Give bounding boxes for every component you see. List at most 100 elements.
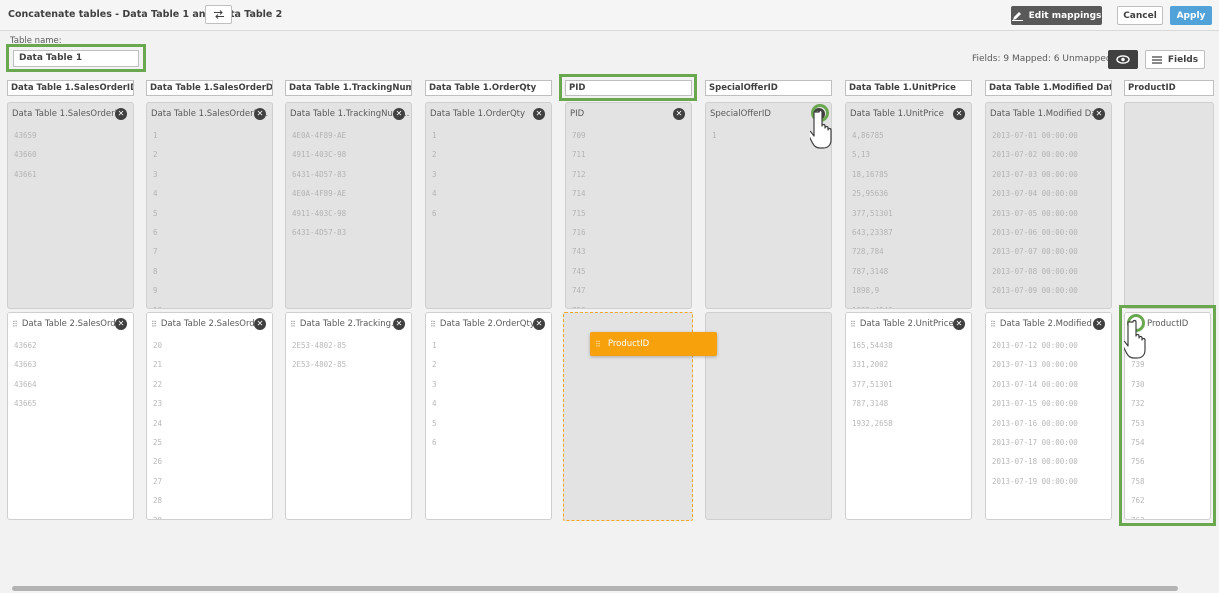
remove-field-icon[interactable]: ✕ <box>393 108 405 120</box>
field-value: 3 <box>153 169 158 179</box>
remove-field-icon[interactable]: ✕ <box>533 108 545 120</box>
field-values: 43659 43660 43661 <box>8 125 133 184</box>
field-value: 730 <box>1131 379 1145 389</box>
remove-field-icon[interactable]: ✕ <box>533 318 545 330</box>
remove-field-icon[interactable]: ✕ <box>254 318 266 330</box>
field-value: 10 <box>147 301 272 308</box>
column-header-input[interactable]: ProductID <box>1124 80 1214 96</box>
drag-handle-icon[interactable]: ⠿ <box>990 320 996 329</box>
field-value: 4,86785 <box>852 131 884 140</box>
field-card-table1[interactable]: Data Table 1.OrderQty ✕ 1 2 3 4 6 <box>425 102 552 309</box>
field-value: 26 <box>153 457 163 467</box>
drag-handle-icon[interactable]: ⠿ <box>151 320 157 329</box>
field-values: 739 730 732 753 754 756 758 762 763 <box>1125 335 1210 519</box>
drag-handle-icon[interactable]: ⠿ <box>850 320 856 329</box>
field-card-table2[interactable]: ⠿ Data Table 2.SalesOrd... ✕ 20 21 22 23 2… <box>146 312 273 520</box>
field-value: 712 <box>572 169 586 179</box>
field-card-table2[interactable]: ⠿ Data Table 2.Tracking... ✕ 2E53-4802-85 … <box>285 312 412 520</box>
remove-field-icon[interactable]: ✕ <box>1093 108 1105 120</box>
drag-handle-icon[interactable]: ⠿ <box>12 320 18 329</box>
drag-handle-icon[interactable]: ⠿ <box>430 320 436 329</box>
field-value: 7 <box>153 247 158 257</box>
preview-toggle-button[interactable] <box>1108 50 1138 69</box>
field-card-table2[interactable]: ⠿ Data Table 2.SalesOrd... ✕ 43662 43663 4… <box>7 312 134 520</box>
field-value: 787,3148 <box>852 266 889 276</box>
field-value: 43665 <box>14 399 37 409</box>
field-values: 4E0A-4F89-AE 4911-403C-98 6431-4D57-83 4… <box>286 125 411 242</box>
field-card-table2[interactable]: ⠿ Data Table 2.Modified ... ✕ 2013-07-12 0… <box>985 312 1112 520</box>
remove-field-icon[interactable]: ✕ <box>115 318 127 330</box>
field-name: ⠿ Data Table 2.SalesOrd... ✕ <box>8 313 133 335</box>
field-value: 2013-07-13 00:00:00 <box>992 360 1078 370</box>
field-name: Data Table 1.UnitPrice ✕ <box>846 103 971 125</box>
dialog-title: Concatenate tables - Data Table 1 and Da… <box>8 9 283 20</box>
column-header-input[interactable]: Data Table 1.UnitPrice <box>845 80 972 96</box>
field-value: 5,13 <box>852 150 871 160</box>
field-value: 2013-07-19 00:00:00 <box>992 476 1078 486</box>
field-value: 6 <box>432 208 437 218</box>
column-header-input[interactable]: PID <box>565 80 692 96</box>
column-header-input[interactable]: Data Table 1.Modified Date <box>985 80 1112 96</box>
field-value: 5 <box>432 418 437 428</box>
field-value: 4911-403C-98 <box>292 150 347 160</box>
field-value: 4 <box>432 399 437 409</box>
field-card-table1[interactable]: Data Table 1.SalesOrderD... ✕ 1 2 3 4 5 6… <box>146 102 273 309</box>
field-card-table1[interactable]: Data Table 1.SalesOrderID ✕ 43659 43660 4… <box>7 102 134 309</box>
field-value: 711 <box>572 150 586 160</box>
field-name: PID ✕ <box>566 103 691 125</box>
field-value: 758 <box>566 301 691 308</box>
field-name: ⠿ Data Table 2.Tracking... ✕ <box>286 313 411 335</box>
empty-field-slot[interactable] <box>705 312 832 520</box>
drag-handle-icon[interactable]: ⠿ <box>290 320 296 329</box>
field-values: 4,86785 5,13 18,16785 25,95636 377,51301… <box>846 125 971 308</box>
field-value: 4 <box>432 189 437 199</box>
column-header-input[interactable]: Data Table 1.OrderQty <box>425 80 552 96</box>
remove-field-icon[interactable]: ✕ <box>115 108 127 120</box>
remove-field-icon[interactable]: ✕ <box>254 108 266 120</box>
drag-handle-icon: ⠿ <box>595 339 601 349</box>
column-header-input[interactable]: Data Table 1.SalesOrderID <box>7 80 134 96</box>
column-header-input[interactable]: SpecialOfferID <box>705 80 832 96</box>
field-card-table1[interactable]: Data Table 1.Modified Date ✕ 2013-07-01 0… <box>985 102 1112 309</box>
field-value: 6 <box>153 227 158 237</box>
field-value: 2013-07-17 00:00:00 <box>992 437 1078 447</box>
field-values: 20 21 22 23 24 25 26 27 28 29 <box>147 335 272 519</box>
pid-header-highlight: PID <box>559 74 697 101</box>
empty-field-slot[interactable] <box>1124 102 1214 309</box>
field-card-table1[interactable]: Data Table 1.TrackingNum... ✕ 4E0A-4F89-A… <box>285 102 412 309</box>
field-value: 377,51301 <box>852 379 893 389</box>
column-header-input[interactable]: Data Table 1.TrackingNumber <box>285 80 412 96</box>
field-value: 23 <box>153 399 163 409</box>
table-name-input[interactable]: Data Table 1 <box>13 50 139 67</box>
field-value: 2013-07-09 00:00:00 <box>992 286 1078 296</box>
swap-tables-button[interactable] <box>205 5 232 24</box>
field-value: 747 <box>572 286 586 296</box>
remove-field-icon[interactable]: ✕ <box>953 318 965 330</box>
field-card-table2[interactable]: ⠿ Data Table 2.UnitPrice ✕ 165,54438 331,2… <box>845 312 972 520</box>
edit-mappings-button[interactable]: Edit mappings <box>1011 6 1102 25</box>
field-card-table1[interactable]: Data Table 1.UnitPrice ✕ 4,86785 5,13 18,… <box>845 102 972 309</box>
field-value: 2013-07-01 00:00:00 <box>992 131 1078 140</box>
remove-field-icon[interactable]: ✕ <box>393 318 405 330</box>
column-header-input[interactable]: Data Table 1.SalesOrderDeta... <box>146 80 273 96</box>
field-card-table2[interactable]: ⠿ Data Table 2.OrderQty ✕ 1 2 3 4 5 6 <box>425 312 552 520</box>
cancel-button[interactable]: Cancel <box>1117 6 1163 25</box>
field-value: 2013-07-07 00:00:00 <box>992 247 1078 257</box>
field-value: 2013-07-12 00:00:00 <box>992 341 1078 350</box>
field-value: 2013-07-02 00:00:00 <box>992 150 1078 160</box>
field-value: 787,3148 <box>852 399 889 409</box>
fields-summary: Fields: 9 Mapped: 6 Unmapped: 3 <box>972 54 1124 64</box>
remove-field-icon[interactable]: ✕ <box>1093 318 1105 330</box>
horizontal-scrollbar[interactable] <box>12 586 1178 591</box>
remove-field-icon[interactable]: ✕ <box>673 108 685 120</box>
field-value: 715 <box>572 208 586 218</box>
field-values: 709 711 712 714 715 716 743 745 747 758 <box>566 125 691 308</box>
field-value: 2013-07-06 00:00:00 <box>992 227 1078 237</box>
apply-button[interactable]: Apply <box>1170 6 1212 25</box>
field-card-table1[interactable]: PID ✕ 709 711 712 714 715 716 743 745 747… <box>565 102 692 309</box>
field-value: 2013-07-04 00:00:00 <box>992 189 1078 199</box>
fields-button[interactable]: Fields <box>1145 50 1205 69</box>
field-value: 4 <box>153 189 158 199</box>
remove-field-icon[interactable]: ✕ <box>953 108 965 120</box>
dragging-field-chip[interactable]: ⠿ ProductID <box>590 332 717 356</box>
